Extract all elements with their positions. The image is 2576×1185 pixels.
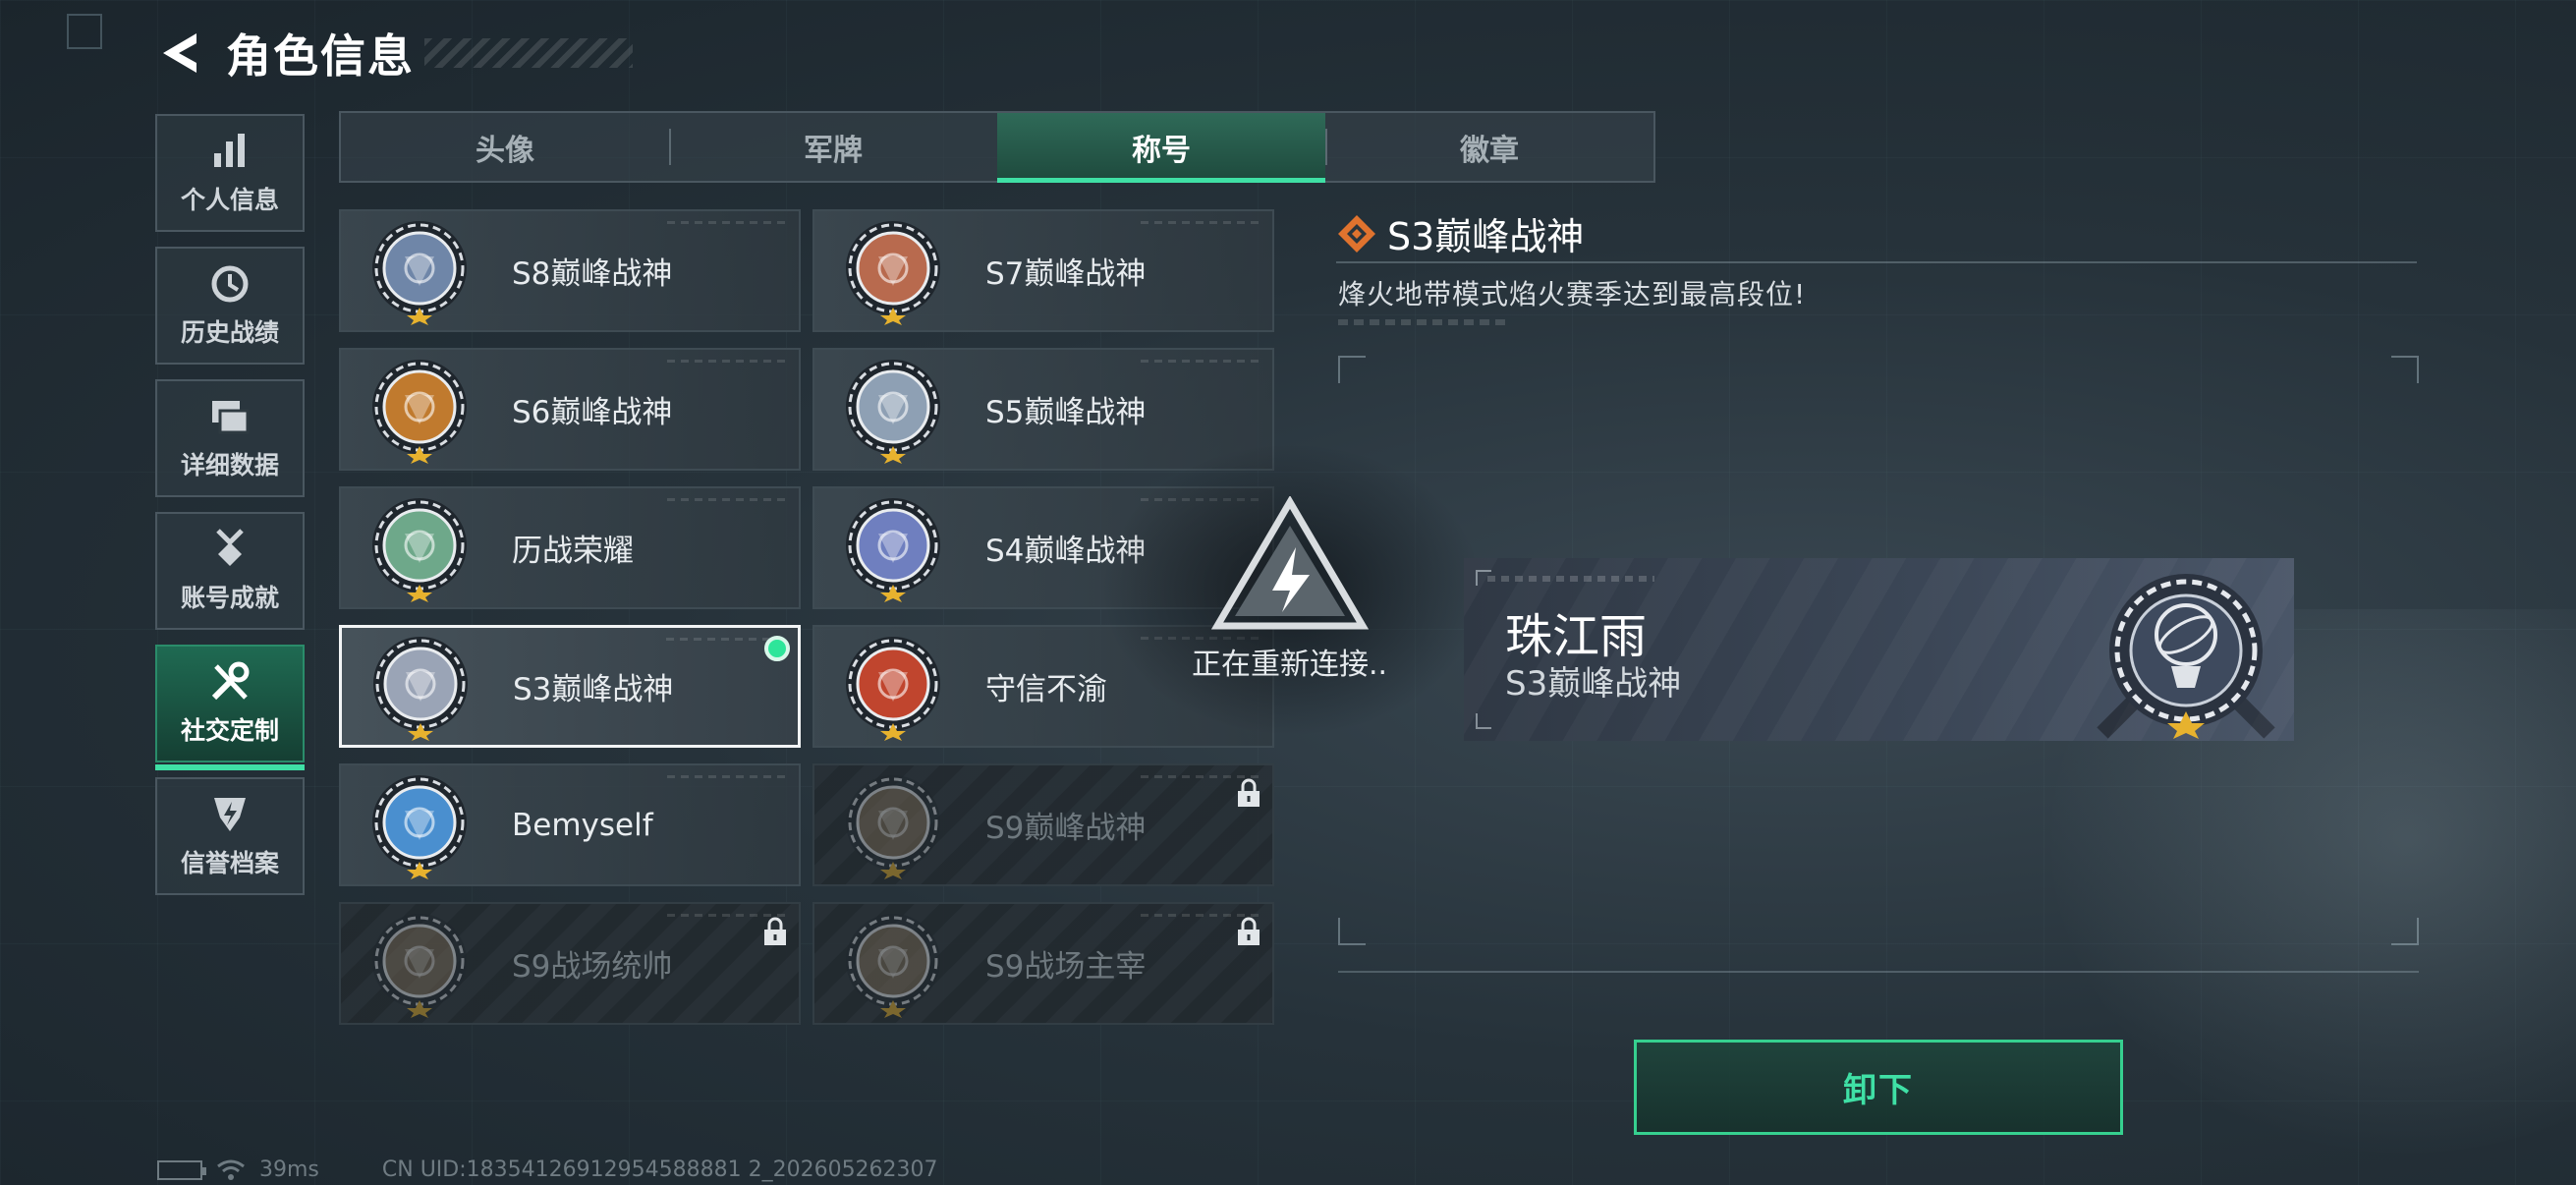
folders-icon — [208, 395, 252, 438]
title-card-label: S9战场主宰 — [985, 949, 1147, 985]
detail-header: S3巅峰战神 — [1336, 206, 1584, 260]
nameplate-decoration — [1487, 576, 1654, 582]
title-card[interactable]: S8巅峰战神 — [339, 209, 801, 332]
tab-dogtag[interactable]: 军牌 — [669, 113, 997, 181]
title-card-label: S5巅峰战神 — [985, 395, 1147, 430]
sidebar-item-label: 详细数据 — [180, 451, 279, 480]
preview-divider — [1338, 971, 2419, 973]
title-card-locked[interactable]: S9巅峰战神 — [812, 763, 1274, 886]
tab-avatar[interactable]: 头像 — [341, 113, 669, 181]
tab-badge[interactable]: 徽章 — [1325, 113, 1653, 181]
tab-title[interactable]: 称号 — [997, 113, 1325, 183]
nameplate-corner — [1476, 570, 1491, 586]
tab-bar: 头像 军牌 称号 徽章 — [339, 111, 1655, 183]
title-card-locked[interactable]: S9战场统帅 — [339, 902, 801, 1025]
s3-badge-icon — [362, 628, 479, 746]
wifi-icon — [217, 1159, 245, 1180]
sidebar-item-label: 信誉档案 — [180, 849, 279, 877]
sidebar-item-credit-record[interactable]: 信誉档案 — [155, 777, 305, 895]
nameplate-corner — [1476, 713, 1491, 729]
history-clock-icon — [208, 262, 252, 306]
page-header: 角色信息 — [155, 24, 633, 83]
title-card-label: 守信不渝 — [985, 672, 1107, 707]
title-card-label: S7巅峰战神 — [985, 256, 1147, 292]
unequip-button[interactable]: 卸下 — [1634, 1040, 2123, 1135]
scales-badge-icon — [834, 628, 952, 746]
sidebar: 个人信息 历史战绩 详细数据 账号成就 社交定制 信誉档案 — [155, 114, 307, 910]
sidebar-item-achievements[interactable]: 账号成就 — [155, 512, 305, 630]
s9-commander-badge-icon — [361, 905, 478, 1023]
ping-text: 39ms — [259, 1157, 319, 1182]
status-bar: 39ms CN UID:18354126912954588881 2_20260… — [157, 1157, 938, 1182]
nameplate-preview: 珠江雨 S3巅峰战神 — [1464, 558, 2294, 741]
title-card[interactable]: S6巅峰战神 — [339, 348, 801, 471]
title-card-label: S9战场统帅 — [512, 949, 673, 985]
title-card-label: S9巅峰战神 — [985, 811, 1147, 846]
s4-badge-icon — [834, 489, 952, 607]
sidebar-item-details[interactable]: 详细数据 — [155, 379, 305, 497]
page-title: 角色信息 — [226, 29, 415, 83]
nameplate-title: S3巅峰战神 — [1505, 664, 1682, 704]
detail-title: S3巅峰战神 — [1387, 215, 1585, 258]
bar-chart-icon — [208, 130, 252, 173]
title-card-label: S6巅峰战神 — [512, 395, 673, 430]
sidebar-item-label: 账号成就 — [180, 584, 279, 612]
title-card-locked[interactable]: S9战场主宰 — [812, 902, 1274, 1025]
shield-bolt-icon — [208, 793, 252, 836]
sidebar-item-social-custom[interactable]: 社交定制 — [155, 645, 305, 770]
sidebar-item-personal-info[interactable]: 个人信息 — [155, 114, 305, 232]
title-card-label: Bemyself — [512, 807, 653, 843]
diamond-icon — [1338, 214, 1375, 253]
detail-divider — [1336, 261, 2417, 263]
lock-icon — [1238, 778, 1260, 807]
s9-dominator-badge-icon — [834, 905, 952, 1023]
uid-text: CN UID:18354126912954588881 2_2026052623… — [381, 1157, 938, 1182]
title-card[interactable]: S7巅峰战神 — [812, 209, 1274, 332]
title-card[interactable]: Bemyself — [339, 763, 801, 886]
sidebar-item-label: 社交定制 — [180, 716, 279, 745]
bemyself-badge-icon — [361, 766, 478, 884]
sidebar-item-label: 历史战绩 — [180, 318, 279, 347]
s8-badge-icon — [361, 212, 478, 330]
s9-badge-icon — [834, 766, 952, 884]
lock-icon — [1238, 917, 1260, 945]
s6-badge-icon — [361, 351, 478, 469]
sidebar-item-label: 个人信息 — [180, 186, 279, 214]
trophy-badge-icon — [361, 489, 478, 607]
detail-description: 烽火地带模式焰火赛季达到最高段位! — [1338, 278, 1807, 310]
corner-decoration — [67, 14, 102, 49]
title-card-selected[interactable]: S3巅峰战神 — [339, 625, 801, 748]
wrench-screwdriver-icon — [208, 660, 252, 704]
lock-icon — [764, 917, 786, 945]
title-card-label: S3巅峰战神 — [513, 672, 674, 707]
detail-decoration — [1338, 319, 1505, 325]
s7-badge-icon — [834, 212, 952, 330]
medal-icon — [208, 528, 252, 571]
header-decoration — [424, 38, 633, 68]
title-card-label: 历战荣耀 — [512, 534, 634, 569]
unequip-button-label: 卸下 — [1843, 1071, 1914, 1110]
s5-badge-icon — [834, 351, 952, 469]
equipped-indicator — [764, 636, 790, 661]
sidebar-item-history[interactable]: 历史战绩 — [155, 247, 305, 365]
title-card-label: S8巅峰战神 — [512, 256, 673, 292]
back-arrow-icon[interactable] — [155, 28, 202, 79]
s3-badge-icon — [2097, 574, 2275, 739]
battery-icon — [157, 1159, 206, 1180]
title-card[interactable]: 历战荣耀 — [339, 486, 801, 609]
